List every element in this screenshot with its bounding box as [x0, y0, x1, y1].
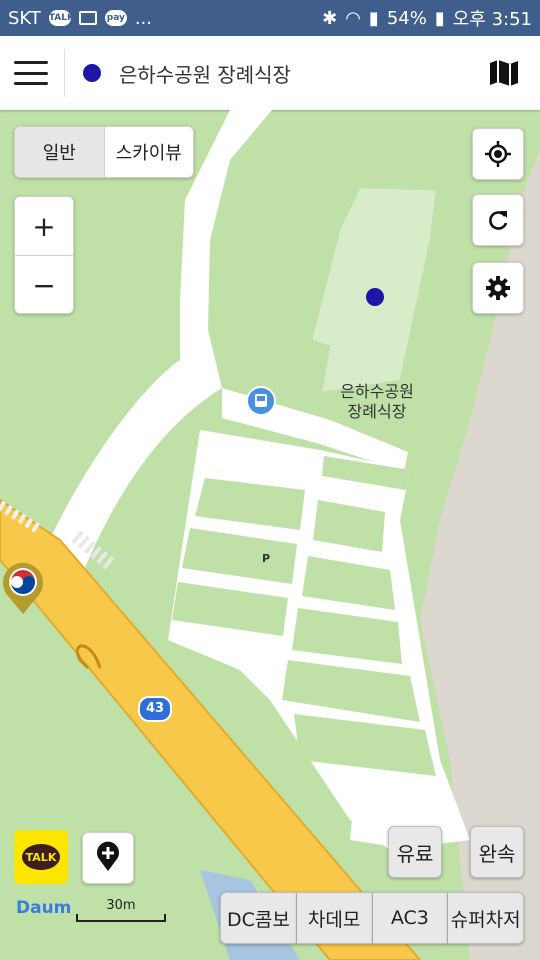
filter-ac3[interactable]: AC3: [372, 892, 449, 944]
kakaotalk-notification-icon: TALK: [48, 10, 74, 26]
page-title: 은하수공원 장례식장: [119, 62, 291, 87]
header-divider: [64, 49, 65, 97]
map-type-skyview[interactable]: 스카이뷰: [105, 127, 194, 177]
my-location-icon: [485, 141, 511, 167]
app-header: 은하수공원 장례식장: [0, 36, 540, 110]
gallery-notification-icon: [78, 11, 97, 25]
map-view-icon[interactable]: [486, 55, 522, 91]
place-label-line2: 장례식장: [347, 402, 407, 421]
add-pin-icon: [97, 841, 119, 871]
gear-icon: [486, 276, 510, 300]
map-type-toggle: 일반 스카이뷰: [14, 126, 194, 178]
map-scale: 30m: [76, 898, 166, 922]
wifi-icon: ◠: [345, 7, 361, 29]
map-type-normal[interactable]: 일반: [15, 127, 105, 177]
filter-chademo[interactable]: 차데모: [296, 892, 373, 944]
status-left: SKT TALK pay ...: [8, 8, 152, 29]
pay-notification-icon: pay: [104, 10, 127, 26]
menu-icon[interactable]: [14, 61, 48, 85]
filter-slow[interactable]: 완속: [470, 826, 524, 878]
place-label-line1: 은하수공원: [340, 382, 414, 401]
scale-bar: [76, 914, 166, 922]
bluetooth-icon: ✱: [322, 7, 338, 29]
bus-stop-icon[interactable]: [246, 386, 276, 416]
talk-icon: TALK: [22, 844, 60, 870]
zoom-control: + −: [14, 196, 74, 314]
parking-p-icon: P: [262, 552, 271, 565]
route-number-badge: 43: [138, 696, 172, 722]
refresh-button[interactable]: [472, 194, 524, 246]
carrier-label: SKT: [8, 7, 41, 29]
my-location-button[interactable]: [472, 128, 524, 180]
place-pin-dot[interactable]: [366, 288, 384, 306]
filter-supercharger[interactable]: 슈퍼차저: [448, 892, 524, 944]
battery-percent: 54%: [386, 7, 427, 29]
settings-button[interactable]: [472, 262, 524, 314]
filter-paid[interactable]: 유료: [388, 826, 442, 878]
map-drawing: [0, 110, 540, 960]
daum-logo-text: Daum: [16, 898, 72, 918]
zoom-in-button[interactable]: +: [15, 197, 73, 256]
scale-label: 30m: [106, 898, 136, 913]
zoom-out-button[interactable]: −: [15, 256, 73, 314]
filter-dc-combo[interactable]: DC콤보: [220, 892, 297, 944]
battery-icon: ▮: [434, 7, 445, 29]
connector-filter-bar: DC콤보 차데모 AC3 슈퍼차저: [220, 892, 524, 944]
place-label: 은하수공원 장례식장: [322, 382, 432, 422]
add-location-button[interactable]: [82, 832, 134, 884]
kakaotalk-share-button[interactable]: TALK: [14, 830, 68, 884]
more-notifications: ...: [134, 7, 152, 29]
daum-logo: Daum: [16, 898, 71, 918]
status-bar: SKT TALK pay ... ✱ ◠ ▮ 54% ▮ 오후 3:51: [0, 0, 540, 36]
map-canvas[interactable]: 은하수공원 장례식장 43 P: [0, 110, 540, 960]
status-right: ✱ ◠ ▮ 54% ▮ 오후 3:51: [322, 5, 532, 31]
clock: 오후 3:51: [452, 9, 532, 30]
refresh-icon: [489, 211, 508, 230]
place-dot-icon: [83, 64, 101, 82]
ev-charger-marker-icon[interactable]: [0, 560, 46, 616]
signal-icon: ▮: [368, 7, 379, 29]
